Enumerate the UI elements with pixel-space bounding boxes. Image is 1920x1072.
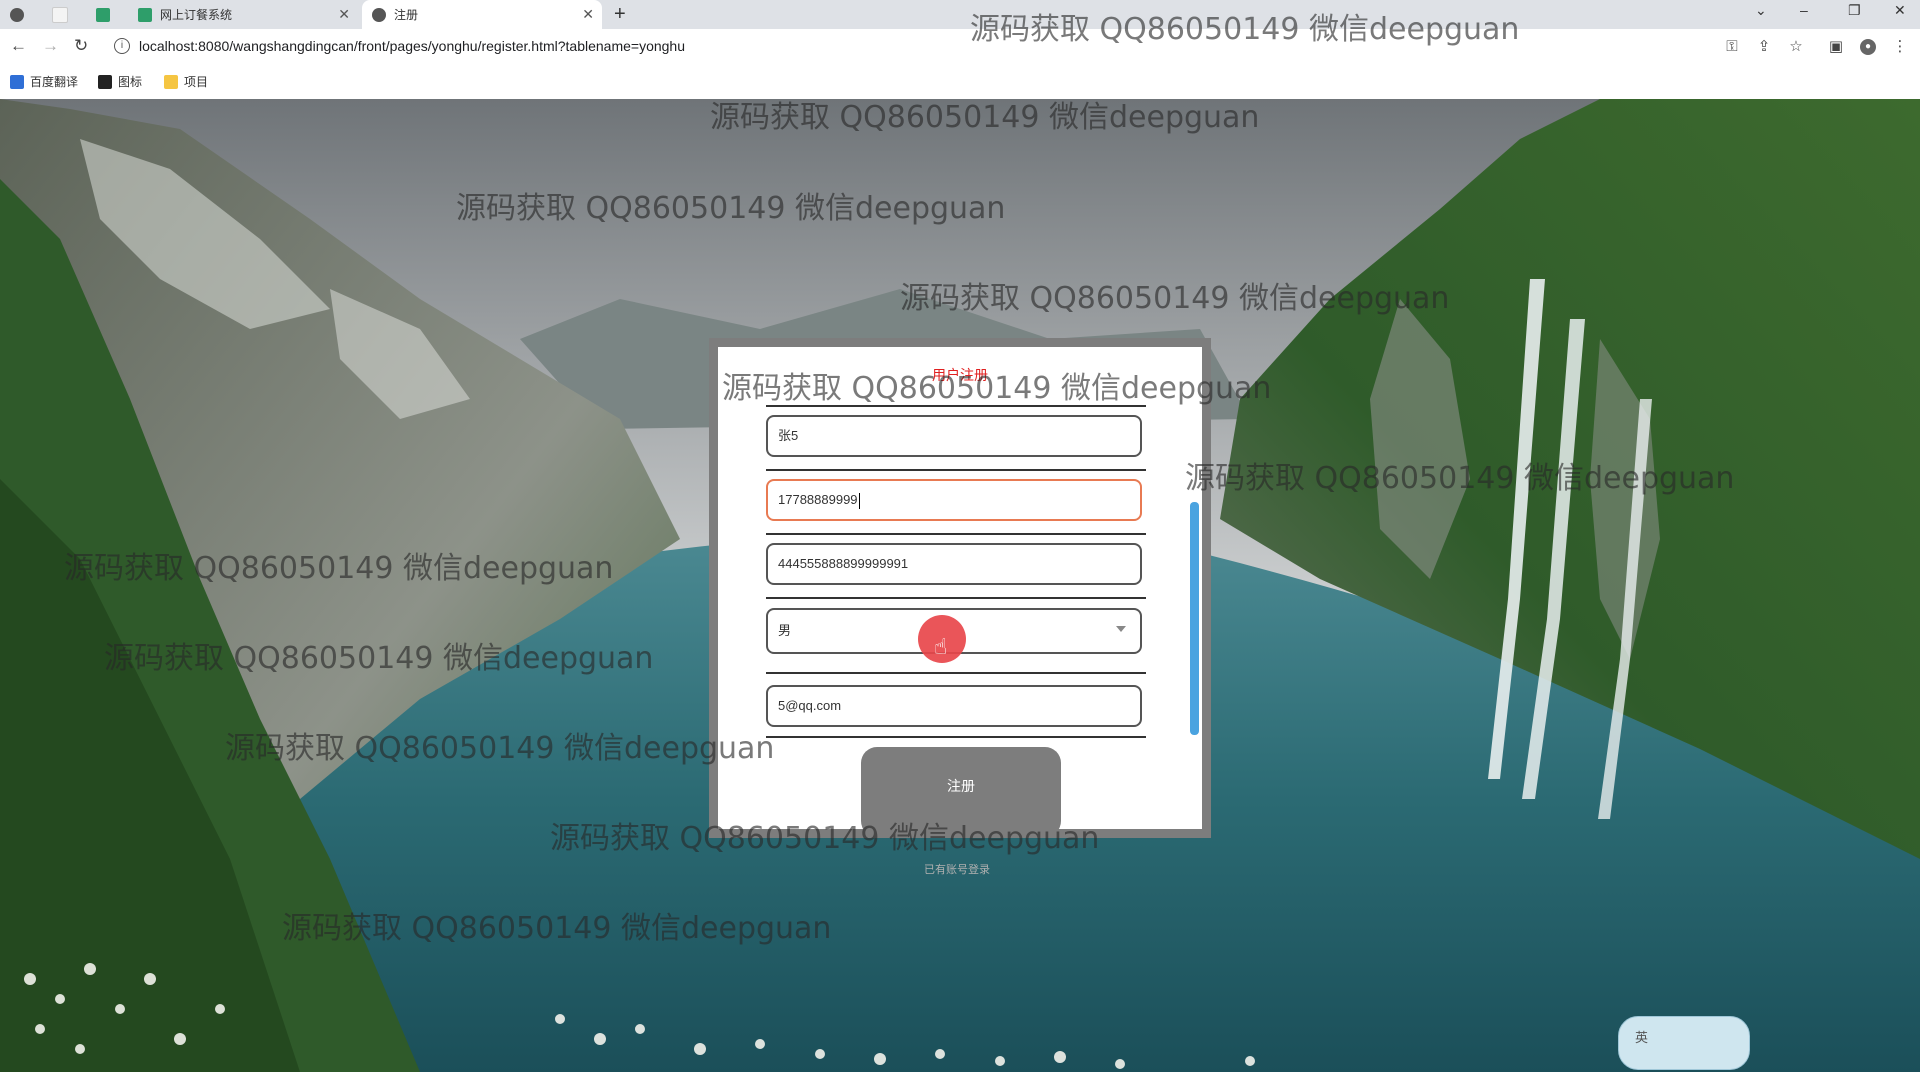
divider [766,736,1146,738]
bookmark-label: 项目 [184,75,209,89]
key-icon[interactable]: ⚿ [1724,39,1740,55]
minimize-icon[interactable]: – [1800,2,1808,18]
bookmark-label: 图标 [118,75,143,89]
tab-register[interactable]: 注册 ✕ [362,0,602,29]
register-card: 用户注册 张5 17788889999 444555888899999991 男… [718,347,1202,829]
phone-input[interactable]: 17788889999 [766,479,1142,521]
tab-pinned-1[interactable] [0,0,40,29]
gender-value: 男 [778,623,792,638]
sidepanel-icon[interactable]: ▣ [1828,39,1844,55]
globe-icon [372,7,386,22]
tab-wangshang[interactable]: 网上订餐系统 ✕ [128,0,358,29]
bookmark-projects[interactable]: 项目 [164,73,208,90]
address-bar: ← → ↻ i localhost:8080/wangshangdingcan/… [0,29,1920,65]
watermark: 源码获取 QQ86050149 微信deepguan [900,281,1450,316]
globe-icon [10,7,24,22]
tab-pinned-3[interactable] [86,0,126,29]
vue-icon [138,7,152,22]
forward-icon[interactable]: → [42,36,59,56]
hand-cursor-icon: ☝ [934,634,948,659]
tab-strip: 网上订餐系统 ✕ 注册 ✕ + ⌄ – ❐ ✕ [0,0,1920,29]
reload-icon[interactable]: ↻ [74,36,88,56]
watermark: 源码获取 QQ86050149 微信deepguan [104,641,654,676]
restore-icon[interactable]: ❐ [1848,2,1861,19]
share-icon[interactable]: ⇪ [1756,39,1772,55]
profile-icon[interactable]: ● [1860,39,1876,55]
text-caret [858,492,860,509]
chevron-down-icon [1116,626,1126,632]
folder-icon [164,74,178,89]
chevron-down-icon[interactable]: ⌄ [1755,2,1767,19]
tab-pinned-2[interactable] [42,0,82,29]
close-icon[interactable]: ✕ [582,6,594,23]
close-window-icon[interactable]: ✕ [1894,2,1906,19]
vue-icon [96,7,110,22]
divider [766,533,1146,535]
back-icon[interactable]: ← [10,36,27,56]
watermark: 源码获取 QQ86050149 微信deepguan [710,100,1260,135]
page-icon [52,6,68,23]
watermark: 源码获取 QQ86050149 微信deepguan [722,371,1272,406]
login-link[interactable]: 已有账号登录 [924,861,990,877]
name-input[interactable]: 张5 [766,415,1142,457]
url-input[interactable]: localhost:8080/wangshangdingcan/front/pa… [139,38,685,54]
divider [766,672,1146,674]
bookmark-label: 百度翻译 [30,75,79,89]
new-tab-icon[interactable]: + [614,3,626,26]
image-icon [98,74,112,89]
info-icon[interactable]: i [114,38,130,54]
watermark: 源码获取 QQ86050149 微信deepguan [1185,461,1735,496]
star-icon[interactable]: ☆ [1788,39,1804,55]
tab-label: 网上订餐系统 [160,8,233,22]
watermark: 源码获取 QQ86050149 微信deepguan [64,551,614,586]
divider [766,469,1146,471]
ime-indicator[interactable]: 英 [1618,1016,1750,1070]
tab-label: 注册 [394,8,419,22]
watermark: 源码获取 QQ86050149 微信deepguan [550,821,1100,856]
watermark: 源码获取 QQ86050149 微信deepguan [282,911,832,946]
id-number-input[interactable]: 444555888899999991 [766,543,1142,585]
ime-label: 英 [1635,1030,1649,1045]
form-scrollbar[interactable] [1190,502,1199,735]
watermark: 源码获取 QQ86050149 微信deepguan [970,12,1520,47]
close-icon[interactable]: ✕ [338,6,350,23]
menu-icon[interactable]: ⋮ [1892,39,1908,55]
divider [766,597,1146,599]
bookmark-icons[interactable]: 图标 [98,73,142,90]
phone-value: 17788889999 [778,492,858,507]
watermark: 源码获取 QQ86050149 微信deepguan [225,731,775,766]
bookmark-baidu-translate[interactable]: 百度翻译 [10,73,78,90]
translate-icon [10,74,24,89]
watermark: 源码获取 QQ86050149 微信deepguan [456,191,1006,226]
email-input[interactable]: 5@qq.com [766,685,1142,727]
